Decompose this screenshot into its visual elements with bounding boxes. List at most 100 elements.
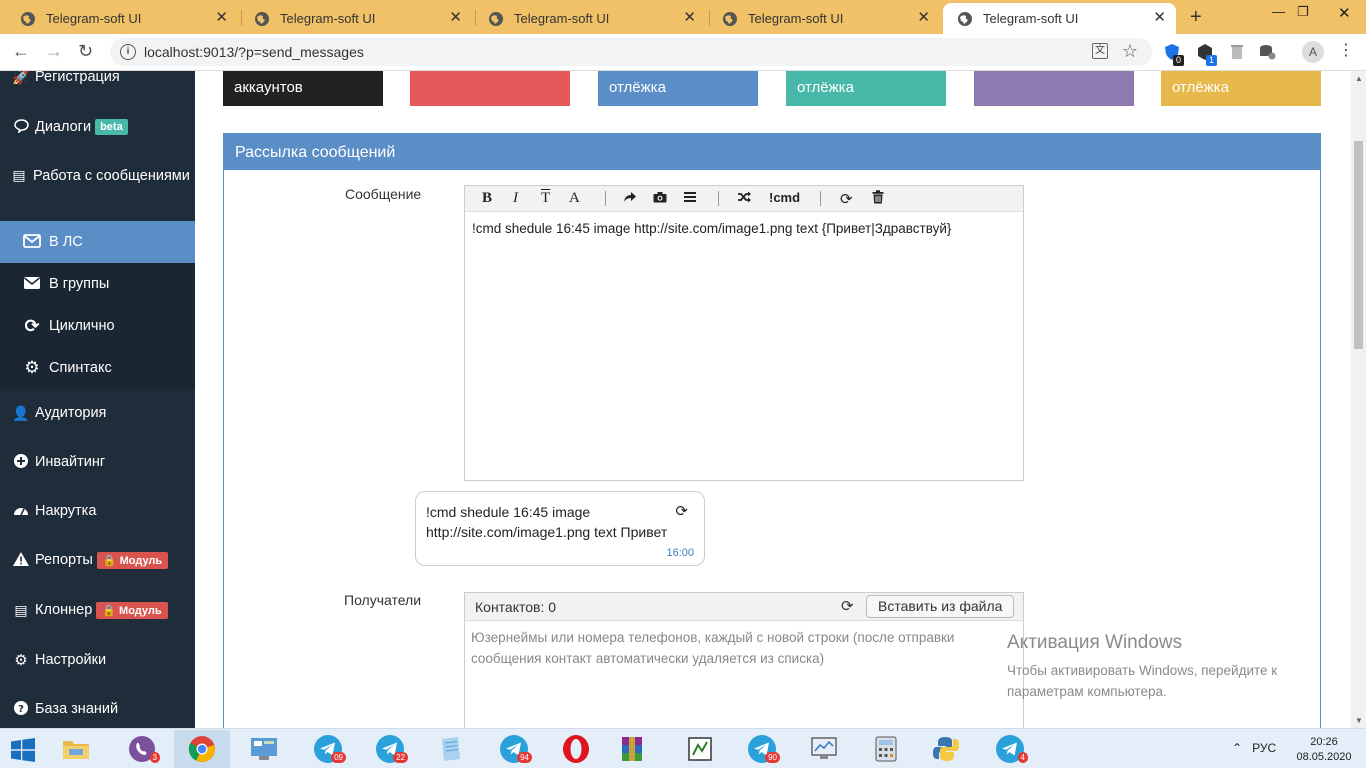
taskbar-viber[interactable]: 3 [114, 730, 170, 768]
kebab-menu-icon[interactable]: ⋮ [1338, 40, 1354, 60]
chat-icon [12, 118, 30, 136]
cmd-button[interactable]: !cmd [769, 190, 800, 205]
address-bar[interactable]: i localhost:9013/?p=send_messages 文 ☆ [110, 38, 1152, 66]
tray-chevron-icon[interactable]: ⌃ [1232, 741, 1242, 755]
panel-title: Рассылка сообщений [224, 134, 1320, 170]
extension-db-icon[interactable] [1258, 43, 1276, 61]
window-close-icon[interactable]: ✕ [1338, 4, 1351, 22]
winrar-icon [622, 737, 642, 761]
sidebar-item-audience[interactable]: 👤 Аудитория [0, 399, 195, 427]
bookmark-star-icon[interactable]: ☆ [1122, 41, 1138, 62]
sidebar-item-spintax[interactable]: ⚙ Спинтакс [0, 347, 195, 389]
sidebar-item-groups[interactable]: В группы [0, 263, 195, 305]
url-text: localhost:9013/?p=send_messages [144, 44, 364, 60]
sidebar-item-cloner[interactable]: ▤ Клоннер 🔒 Модуль [0, 596, 195, 624]
sidebar-item-reports[interactable]: Репорты 🔒 Модуль [0, 546, 195, 574]
taskbar-winrar[interactable] [604, 730, 660, 768]
sidebar-item-label: Работа с сообщениями [33, 168, 190, 184]
scrollbar-thumb[interactable] [1354, 141, 1363, 349]
taskbar-telegram[interactable]: 22 [362, 730, 418, 768]
watermark-title: Активация Windows [1007, 632, 1183, 653]
shuffle-icon[interactable] [737, 190, 752, 206]
restore-icon[interactable]: ❐ [1297, 4, 1309, 20]
stat-card [410, 71, 570, 106]
camera-icon[interactable] [653, 190, 667, 206]
bold-button[interactable]: B [482, 190, 492, 207]
language-indicator[interactable]: РУС [1252, 741, 1276, 755]
italic-button[interactable]: I [513, 190, 518, 207]
sidebar-item-boost[interactable]: Накрутка [0, 497, 195, 525]
calculator-icon [875, 736, 897, 762]
sidebar-item-dm[interactable]: В ЛС [0, 221, 195, 263]
taskbar-telegram[interactable]: 4 [982, 730, 1038, 768]
taskbar-telegram[interactable]: 94 [486, 730, 542, 768]
taskbar-monitor[interactable] [796, 730, 852, 768]
close-icon[interactable]: ✕ [683, 10, 696, 26]
insert-from-file-button[interactable]: Вставить из файла [866, 595, 1015, 618]
stat-card-accounts: аккаунтов [223, 71, 383, 106]
close-icon[interactable]: ✕ [449, 10, 462, 26]
windows-start-icon[interactable] [10, 738, 36, 762]
scroll-up-icon[interactable]: ▲ [1355, 74, 1363, 83]
sidebar-item-messages[interactable]: ▤ Работа с сообщениями [0, 165, 195, 209]
browser-tab[interactable]: Telegram-soft UI ✕ [474, 3, 706, 34]
taskbar-control-panel[interactable] [236, 730, 292, 768]
envelope-icon [22, 276, 42, 293]
font-button[interactable]: A [569, 190, 580, 207]
clone-icon: ▤ [14, 601, 28, 618]
taskbar-telegram[interactable]: 90 [734, 730, 790, 768]
browser-tab-active[interactable]: Telegram-soft UI ✕ [943, 3, 1176, 34]
preview-time: 16:00 [666, 547, 694, 559]
clear-format-button[interactable]: T [541, 190, 550, 207]
system-tray: ⌃ РУС [1232, 741, 1276, 755]
extension-trash-icon[interactable] [1228, 43, 1246, 61]
browser-toolbar: ← → ↻ i localhost:9013/?p=send_messages … [0, 34, 1366, 71]
translate-icon[interactable]: 文 [1092, 43, 1108, 59]
taskbar-chrome[interactable] [174, 730, 230, 768]
taskbar-telegram[interactable]: 09 [300, 730, 356, 768]
trash-icon[interactable] [872, 190, 884, 207]
taskbar-python[interactable] [918, 730, 974, 768]
browser-tab-title: Telegram-soft UI [983, 11, 1079, 26]
message-editor: B I T A !cmd ⟳ !cmd shedule 16:45 image … [464, 185, 1024, 481]
sidebar-item-knowledge[interactable]: ? База знаний [0, 695, 195, 723]
scroll-down-icon[interactable]: ▼ [1355, 716, 1363, 725]
preview-refresh-icon[interactable]: ⟳ [675, 502, 688, 520]
browser-tab[interactable]: Telegram-soft UI ✕ [240, 3, 472, 34]
taskbar-calculator[interactable] [858, 730, 914, 768]
refresh-icon[interactable]: ⟳ [840, 190, 853, 208]
refresh-icon[interactable]: ⟳ [841, 597, 854, 615]
new-tab-plus-icon[interactable]: + [1190, 6, 1202, 29]
info-icon[interactable]: i [120, 44, 136, 60]
back-arrow-icon[interactable]: ← [12, 41, 30, 62]
sidebar-item-label: Настройки [35, 652, 107, 668]
sidebar-item-dialogs[interactable]: Диалоги beta [0, 114, 195, 140]
message-textarea[interactable]: !cmd shedule 16:45 image http://site.com… [465, 212, 1023, 245]
taskbar-explorer[interactable] [48, 730, 104, 768]
keyboard-icon[interactable] [683, 190, 697, 206]
share-icon[interactable] [623, 190, 637, 206]
code-editor-icon [688, 737, 712, 761]
taskbar-clock[interactable]: 20:26 08.05.2020 [1296, 735, 1352, 765]
forward-arrow-icon[interactable]: → [45, 41, 63, 62]
page-scrollbar[interactable]: ▲ ▼ [1351, 71, 1366, 728]
close-icon[interactable]: ✕ [917, 10, 930, 26]
sidebar-item-inviting[interactable]: Инвайтинг [0, 448, 195, 476]
clock-date: 08.05.2020 [1296, 751, 1352, 763]
sidebar-item-registration[interactable]: 🚀 Регистрация [0, 71, 195, 91]
taskbar-notepad[interactable] [422, 730, 478, 768]
close-icon[interactable]: ✕ [215, 10, 228, 26]
taskbar-opera[interactable] [548, 730, 604, 768]
globe-icon [21, 11, 35, 26]
recipients-textarea[interactable]: Юзернеймы или номера телефонов, каждый с… [471, 627, 1011, 669]
profile-avatar[interactable]: A [1302, 41, 1324, 63]
sidebar-item-cyclic[interactable]: ⟳ Циклично [0, 305, 195, 347]
browser-tab[interactable]: Telegram-soft UI ✕ [708, 3, 940, 34]
close-icon[interactable]: ✕ [1153, 10, 1166, 26]
sidebar-item-settings[interactable]: ⚙ Настройки [0, 646, 195, 674]
browser-tab[interactable]: Telegram-soft UI ✕ [6, 3, 238, 34]
taskbar-editor[interactable] [672, 730, 728, 768]
minimize-icon[interactable]: — [1272, 4, 1285, 19]
reload-icon[interactable]: ↻ [78, 41, 93, 62]
stat-card-label: отлёжка [1172, 79, 1229, 96]
